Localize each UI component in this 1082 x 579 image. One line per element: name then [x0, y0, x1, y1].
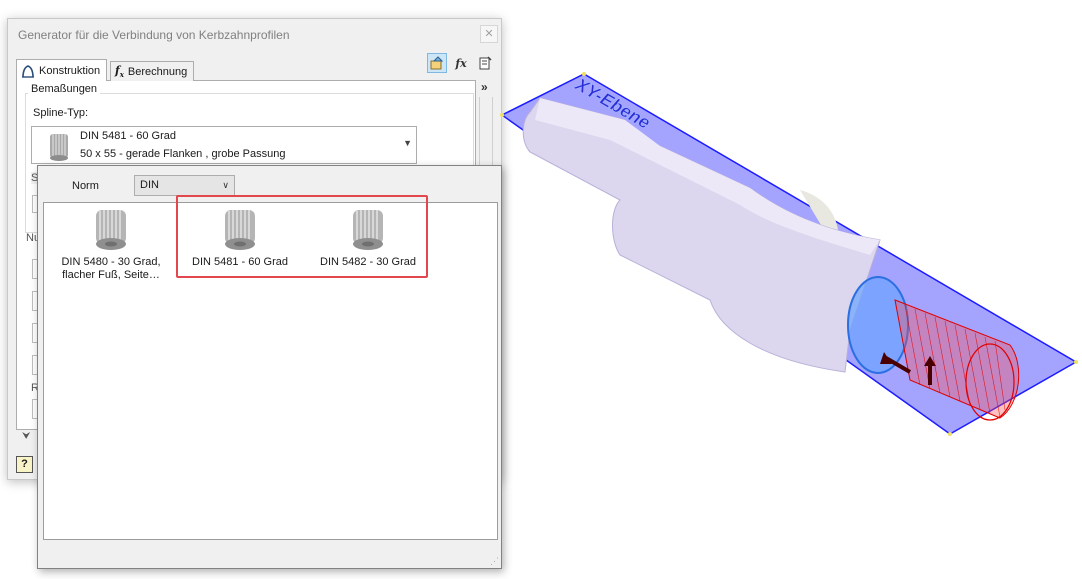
spline-gear-icon [96, 210, 126, 250]
spline-type-combo[interactable]: DIN 5481 - 60 Grad 50 x 55 - gerade Flan… [31, 126, 417, 164]
design-toolbar-button[interactable] [427, 53, 447, 73]
chevron-down-icon: ▼ [403, 138, 412, 148]
gallery-item-label: DIN 5480 - 30 Grad, [61, 256, 161, 268]
highlight-annotation-box [176, 195, 428, 278]
notes-toolbar-button[interactable] [475, 53, 495, 73]
chevron-down-icon: ∨ [222, 180, 229, 190]
expand-panel-button[interactable]: » [481, 80, 488, 94]
norm-select[interactable]: DIN ∨ [134, 175, 235, 196]
close-button[interactable]: ✕ [480, 25, 498, 43]
design-icon [430, 56, 444, 70]
norm-value: DIN [140, 179, 159, 191]
bemassungen-group-title: Bemaßungen [28, 83, 101, 95]
tab-berechnung-label: Berechnung [127, 65, 188, 78]
tab-berechnung[interactable]: fx Berechnung [110, 61, 195, 81]
close-icon: ✕ [484, 28, 494, 40]
help-button[interactable]: ? [16, 456, 33, 473]
gallery-item-din-5480[interactable]: DIN 5480 - 30 Grad, flacher Fuß, Seite… [56, 208, 166, 282]
3d-viewport[interactable]: XY-Ebene [500, 60, 1080, 440]
notes-icon [479, 56, 492, 70]
resize-grip[interactable]: ⋰ [490, 556, 499, 567]
spline-type-label: Spline-Typ: [33, 107, 89, 119]
gallery-item-label: flacher Fuß, Seite… [62, 269, 160, 281]
tab-konstruktion[interactable]: Konstruktion [16, 59, 108, 81]
norm-label: Norm [72, 180, 99, 192]
tab-konstruktion-label: Konstruktion [39, 64, 101, 77]
construction-icon [22, 64, 34, 78]
fx-toolbar-button[interactable]: fx [451, 53, 471, 73]
help-icon: ? [21, 458, 28, 470]
collapse-icon[interactable]: ⮟ [22, 431, 31, 442]
dialog-title: Generator für die Verbindung von Kerbzah… [18, 28, 290, 42]
spline-type-name: DIN 5481 - 60 Grad [80, 130, 176, 142]
fx-calculation-icon: fx [115, 63, 124, 80]
shaft-end-cylinder[interactable] [847, 276, 909, 374]
fx-icon: fx [455, 56, 467, 70]
spline-type-size: 50 x 55 - gerade Flanken , grobe Passung [80, 148, 286, 160]
spline-gear-icon [50, 134, 68, 161]
